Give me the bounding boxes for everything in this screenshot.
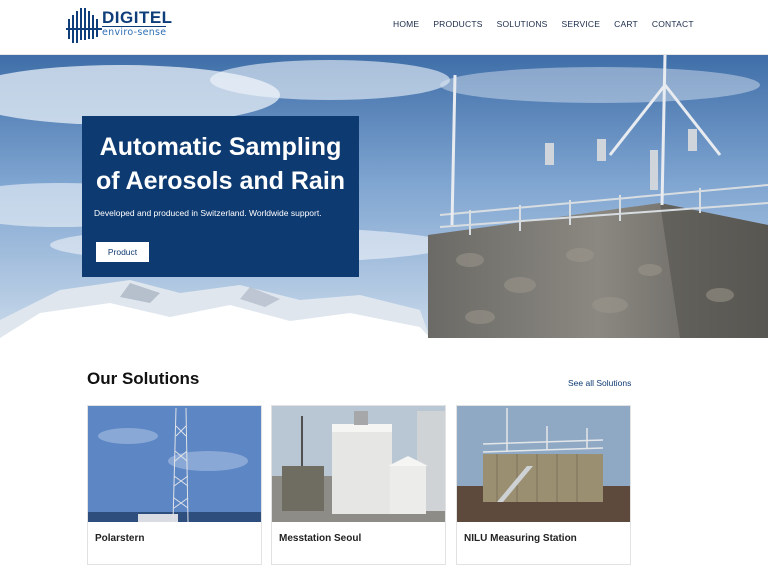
- hero-title-line2: of Aerosols and Rain: [95, 167, 346, 195]
- solution-card-messtation-seoul[interactable]: Messtation Seoul: [271, 405, 446, 565]
- nav-products[interactable]: PRODUCTS: [433, 19, 482, 29]
- logo-mark-icon: [66, 8, 102, 43]
- product-button[interactable]: Product: [96, 242, 149, 262]
- nav-contact[interactable]: CONTACT: [652, 19, 694, 29]
- see-all-solutions-link[interactable]: See all Solutions: [568, 378, 631, 388]
- nav-cart[interactable]: CART: [614, 19, 638, 29]
- hero-callout: Automatic Sampling of Aerosols and Rain …: [82, 116, 359, 277]
- nav-home[interactable]: HOME: [393, 19, 419, 29]
- polarstern-image: [88, 406, 261, 522]
- brand-logo[interactable]: DIGITEL enviro-sense: [66, 5, 176, 47]
- brand-name: DIGITEL: [102, 8, 173, 27]
- card-label-nilu-measuring-station: NILU Measuring Station: [464, 533, 577, 544]
- site-header: DIGITEL enviro-sense HOME PRODUCTS SOLUT…: [0, 0, 768, 55]
- main-nav: HOME PRODUCTS SOLUTIONS SERVICE CART CON…: [393, 19, 708, 29]
- solutions-heading: Our Solutions: [87, 369, 200, 388]
- hero-title-line1: Automatic Sampling: [99, 133, 342, 161]
- brand-tagline: enviro-sense: [102, 27, 167, 38]
- messtation-seoul-image: [272, 406, 445, 522]
- nav-service[interactable]: SERVICE: [562, 19, 601, 29]
- hero-subtitle: Developed and produced in Switzerland. W…: [94, 208, 322, 218]
- card-label-messtation-seoul: Messtation Seoul: [279, 533, 362, 544]
- hero-title: Automatic Sampling of Aerosols and Rain: [94, 130, 347, 198]
- solution-card-polarstern[interactable]: Polarstern: [87, 405, 262, 565]
- hero-banner: Automatic Sampling of Aerosols and Rain …: [0, 55, 768, 338]
- card-label-polarstern: Polarstern: [95, 533, 145, 544]
- nilu-measuring-station-image: [457, 406, 630, 522]
- nav-solutions[interactable]: SOLUTIONS: [497, 19, 548, 29]
- solution-card-nilu-measuring-station[interactable]: NILU Measuring Station: [456, 405, 631, 565]
